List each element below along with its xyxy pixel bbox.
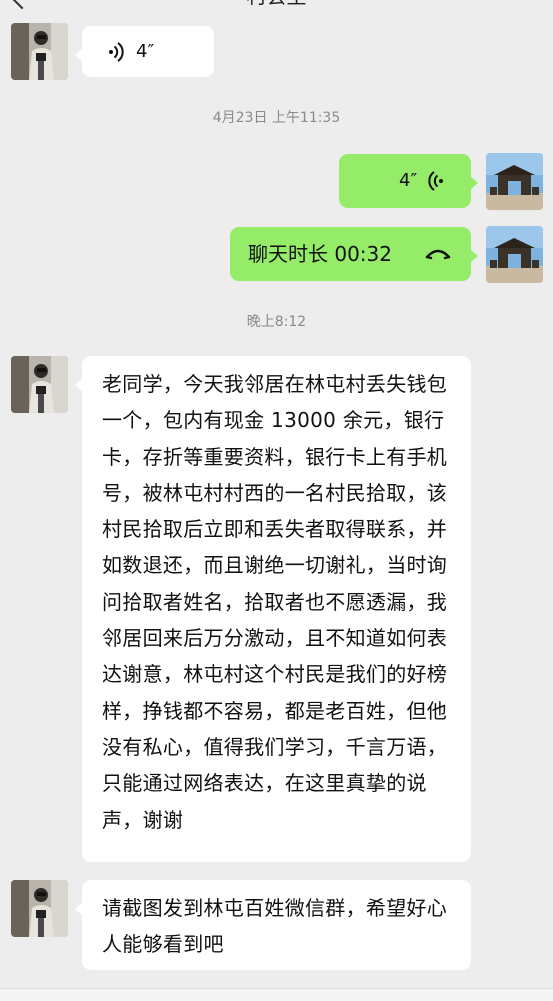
chat-title: 村会里 [0, 0, 553, 8]
message-text: 老同学，今天我邻居在林屯村丢失钱包一个，包内有现金 13000 余元，银行卡，存… [102, 372, 448, 832]
voice-message-bubble[interactable]: 4″ [339, 154, 478, 208]
avatar[interactable] [486, 153, 543, 210]
voice-wave-icon [428, 170, 444, 196]
avatar[interactable] [11, 23, 68, 80]
call-duration-text: 聊天时长 00:32 [248, 242, 392, 266]
call-record-bubble[interactable]: 聊天时长 00:32 [230, 227, 478, 281]
voice-duration: 4″ [399, 170, 418, 191]
top-bar: 村会里 [0, 0, 553, 10]
voice-message-bubble[interactable]: 4″ [75, 26, 214, 77]
message-text: 请截图发到林屯百姓微信群，希望好心人能够看到吧 [102, 896, 448, 957]
avatar[interactable] [11, 356, 68, 413]
voice-duration: 4″ [136, 41, 155, 62]
avatar[interactable] [11, 880, 68, 937]
text-message-bubble[interactable]: 请截图发到林屯百姓微信群，希望好心人能够看到吧 [75, 880, 471, 970]
text-message-bubble[interactable]: 老同学，今天我邻居在林屯村丢失钱包一个，包内有现金 13000 余元，银行卡，存… [75, 356, 471, 862]
timestamp: 晚上8:12 [246, 314, 307, 330]
phone-hangup-icon [425, 246, 451, 265]
avatar[interactable] [486, 226, 543, 283]
voice-wave-icon [108, 41, 124, 67]
timestamp: 4月23日 上午11:35 [212, 110, 341, 126]
input-bar [0, 988, 553, 1001]
